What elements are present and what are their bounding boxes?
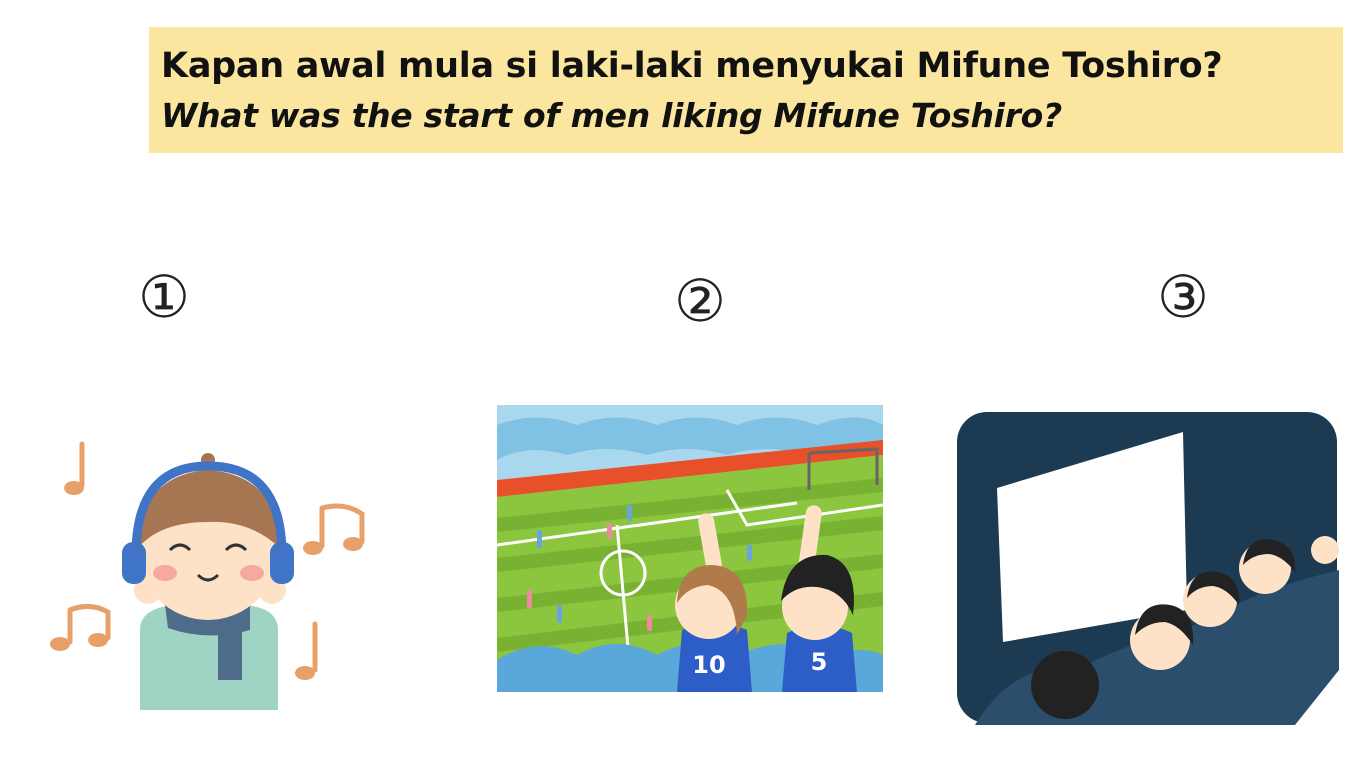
option-3-image[interactable] bbox=[955, 410, 1339, 725]
soccer-stadium-fans-icon: 10 5 bbox=[496, 405, 884, 693]
jersey-number-5: 5 bbox=[811, 648, 828, 676]
question-english: What was the start of men liking Mifune … bbox=[161, 96, 1062, 135]
person-listening-to-music-icon bbox=[50, 441, 365, 710]
question-banner: Kapan awal mula si laki-laki menyukai Mi… bbox=[149, 27, 1343, 153]
jersey-number-10: 10 bbox=[692, 651, 725, 679]
question-indonesian: Kapan awal mula si laki-laki menyukai Mi… bbox=[161, 46, 1223, 86]
option-2-number[interactable]: ② bbox=[674, 272, 726, 330]
movie-theater-audience-icon bbox=[957, 412, 1339, 725]
option-1-number[interactable]: ① bbox=[138, 268, 190, 326]
option-1-image[interactable] bbox=[40, 430, 380, 710]
option-3-number[interactable]: ③ bbox=[1157, 268, 1209, 326]
option-2-image[interactable]: 10 5 bbox=[496, 405, 884, 693]
